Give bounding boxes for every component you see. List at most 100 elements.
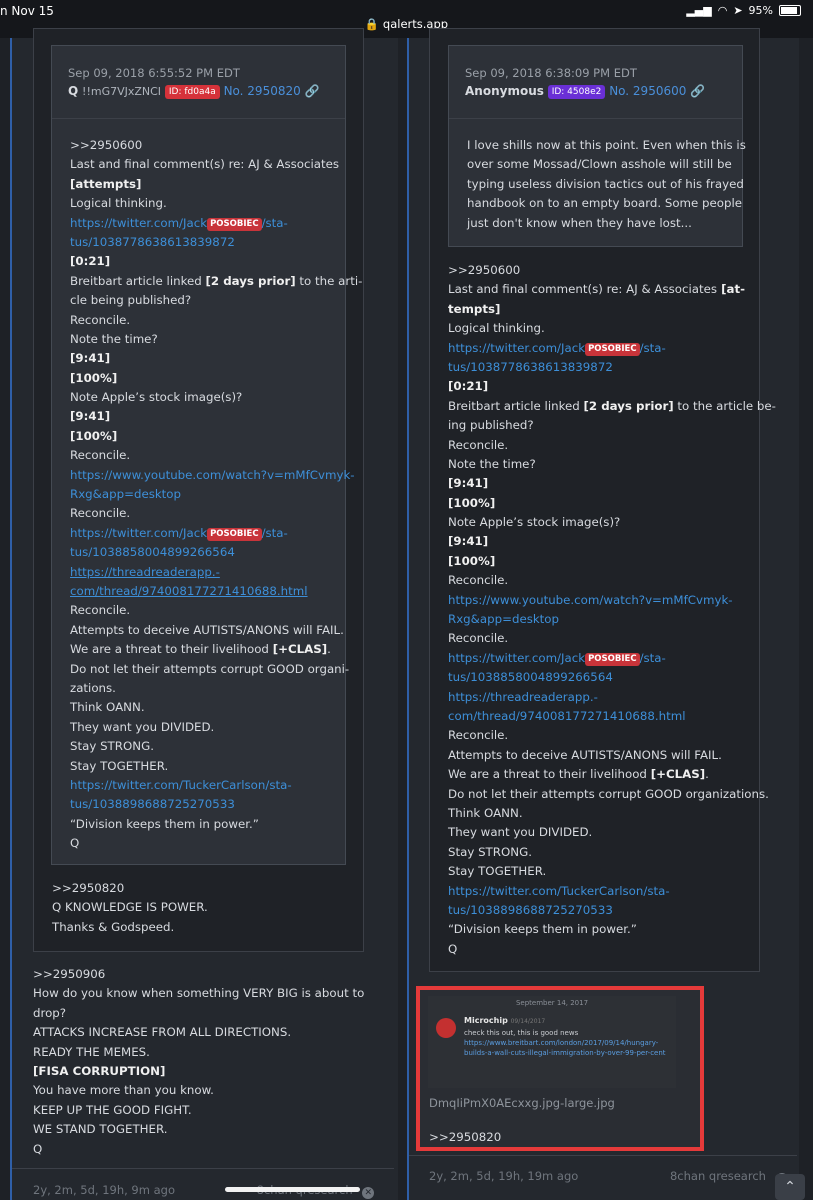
link[interactable]: /sta- xyxy=(640,341,666,355)
divider xyxy=(409,1155,797,1156)
text-line: ATTACKS INCREASE FROM ALL DIRECTIONS. xyxy=(33,1025,292,1040)
text-line: KEEP UP THE GOOD FIGHT. xyxy=(33,1102,192,1117)
text-line: Q xyxy=(33,1141,43,1156)
text-line: drop? xyxy=(33,1005,67,1020)
link-line[interactable]: https://twitter.com/Jack POSOBIEC/sta- xyxy=(448,649,776,668)
reply-ref[interactable]: >>2950600 xyxy=(70,136,362,155)
battery-icon xyxy=(779,5,801,16)
id-badge[interactable]: ID: fd0a4a xyxy=(164,85,220,99)
reply-ref[interactable]: >>2950906 xyxy=(33,965,364,984)
link-line[interactable]: https://twitter.com/Jack POSOBIEC/sta- xyxy=(448,339,776,358)
link[interactable]: com/thread/974008177271410688.html xyxy=(448,707,776,726)
text-line: Last and final comment(s) re: AJ & Assoc… xyxy=(448,280,776,299)
text-line: Q xyxy=(70,836,80,851)
text-line: Reconcile. xyxy=(70,603,131,618)
home-indicator[interactable] xyxy=(225,1187,360,1192)
link[interactable]: Rxg&app=desktop xyxy=(448,610,776,629)
post-number-link[interactable]: No. 2950600 xyxy=(609,84,686,98)
link[interactable]: /sta- xyxy=(262,216,288,230)
text-line: Think OANN. xyxy=(70,700,145,715)
id-badge[interactable]: ID: 4508e2 xyxy=(547,85,606,99)
redacted-badge: POSOBIEC xyxy=(585,342,640,356)
text-line: “Division keeps them in power.” xyxy=(448,922,637,937)
text-line: Stay TOGETHER. xyxy=(448,864,547,879)
text-line: Note Apple’s stock image(s)? xyxy=(70,390,243,405)
avatar xyxy=(436,1018,456,1038)
text-line: We are a threat to their livelihood [+CL… xyxy=(448,765,776,784)
text-line: Do not let their attempts corrupt GOOD o… xyxy=(70,661,350,676)
link[interactable]: tus/1038778638613839872 xyxy=(448,358,776,377)
text-line: [0:21] xyxy=(70,254,111,269)
text: Last and final comment(s) re: AJ & Assoc… xyxy=(448,282,718,297)
text-line: zations. xyxy=(70,680,116,695)
screenshot-text: check this out, this is good news https:… xyxy=(464,1028,670,1058)
bold-text: [at- xyxy=(717,282,746,297)
chevron-up-icon: ⌃ xyxy=(784,1179,796,1195)
text-line: Logical thinking. xyxy=(448,321,545,336)
link[interactable]: https://twitter.com/Jack xyxy=(448,341,585,355)
scroll-to-top-button[interactable]: ⌃ xyxy=(775,1174,805,1200)
screenshot-username: Microchip 09/14/2017 xyxy=(464,1016,545,1025)
link-icon[interactable]: 🔗 xyxy=(690,84,705,98)
link[interactable]: https://twitter.com/TuckerCarlson/sta- xyxy=(70,776,362,795)
link[interactable]: tus/1038898688725270533 xyxy=(448,901,776,920)
text-line: Reconcile. xyxy=(70,448,131,463)
attachment-highlight: September 14, 2017 Microchip 09/14/2017 … xyxy=(416,986,704,1151)
post-header: Anonymous ID: 4508e2 No. 2950600 🔗 xyxy=(465,84,705,99)
post-author: Anonymous xyxy=(465,84,544,98)
link[interactable]: https://threadreaderapp.- xyxy=(448,688,776,707)
source-label: 8chan qresearch xyxy=(669,1169,766,1183)
text-line: [9:41] xyxy=(448,534,489,549)
screenshot-message: check this out, this is good news xyxy=(464,1029,579,1037)
link[interactable]: https://twitter.com/Jack xyxy=(70,526,207,540)
post-body: I love shills now at this point. Even wh… xyxy=(467,136,746,233)
text-line: Note the time? xyxy=(448,456,536,471)
text-line: Breitbart article linked [2 days prior] … xyxy=(70,272,362,291)
link[interactable]: https://twitter.com/TuckerCarlson/sta- xyxy=(448,882,776,901)
post-number-link[interactable]: No. 2950820 xyxy=(224,84,301,98)
main-post-body: >>2950906 How do you know when something… xyxy=(33,965,364,1159)
text-line: Stay TOGETHER. xyxy=(70,758,169,773)
text-line: Reconcile. xyxy=(448,631,509,646)
status-icons: ▂▄▆ ◠ ➤ 95% xyxy=(686,4,801,17)
link[interactable]: /sta- xyxy=(262,526,288,540)
link[interactable]: https://twitter.com/Jack xyxy=(70,216,207,230)
text-line: [0:21] xyxy=(448,379,489,394)
text-line: Reconcile. xyxy=(70,312,131,327)
screenshot-date: September 14, 2017 xyxy=(515,999,589,1007)
divider xyxy=(52,118,345,119)
text-line: Breitbart article linked [2 days prior] … xyxy=(448,397,776,416)
battery-percent: 95% xyxy=(748,4,773,17)
link[interactable]: https://www.youtube.com/watch?v=mMfCvmyk… xyxy=(448,591,776,610)
text-line: [100%] xyxy=(70,370,118,385)
link[interactable]: com/thread/974008177271410688.html xyxy=(70,582,362,601)
divider xyxy=(449,118,742,119)
text-line: Q xyxy=(448,941,458,956)
link[interactable]: tus/1038898688725270533 xyxy=(70,795,362,814)
reply-ref[interactable]: >>2950820 xyxy=(429,1130,501,1144)
nested-quote: Sep 09, 2018 6:55:52 PM EDT Q !!mG7VJxZN… xyxy=(51,45,362,865)
attachment-filename[interactable]: DmqIiPmX0AEcxxg.jpg-large.jpg xyxy=(429,1096,615,1110)
text-line: Stay STRONG. xyxy=(70,739,154,754)
link[interactable]: tus/1038858004899266564 xyxy=(70,543,362,562)
link[interactable]: /sta- xyxy=(640,651,666,665)
link-line[interactable]: https://twitter.com/Jack POSOBIEC/sta- xyxy=(70,214,362,233)
bold-text: [+CLAS] xyxy=(650,767,706,782)
link[interactable]: tus/1038778638613839872 xyxy=(70,233,362,252)
divider xyxy=(12,1168,394,1169)
link[interactable]: https://twitter.com/Jack xyxy=(448,651,585,665)
text-line: over some Mossad/Clown asshole will stil… xyxy=(467,157,732,172)
reply-ref[interactable]: >>2950600 xyxy=(448,261,776,280)
text-line: I love shills now at this point. Even wh… xyxy=(467,138,746,152)
close-icon[interactable]: ✕ xyxy=(362,1187,375,1199)
reply-ref[interactable]: >>2950820 xyxy=(52,879,208,898)
link[interactable]: tus/1038858004899266564 xyxy=(448,668,776,687)
link-line[interactable]: https://twitter.com/Jack POSOBIEC/sta- xyxy=(70,524,362,543)
link[interactable]: Rxg&app=desktop xyxy=(70,485,362,504)
text-line: [100%] xyxy=(448,495,496,510)
link[interactable]: https://threadreaderapp.- xyxy=(70,563,362,582)
link-icon[interactable]: 🔗 xyxy=(305,84,320,98)
link[interactable]: https://www.youtube.com/watch?v=mMfCvmyk… xyxy=(70,466,362,485)
text-line: Do not let their attempts corrupt GOOD o… xyxy=(448,786,769,801)
attachment-image[interactable]: September 14, 2017 Microchip 09/14/2017 … xyxy=(428,996,676,1088)
